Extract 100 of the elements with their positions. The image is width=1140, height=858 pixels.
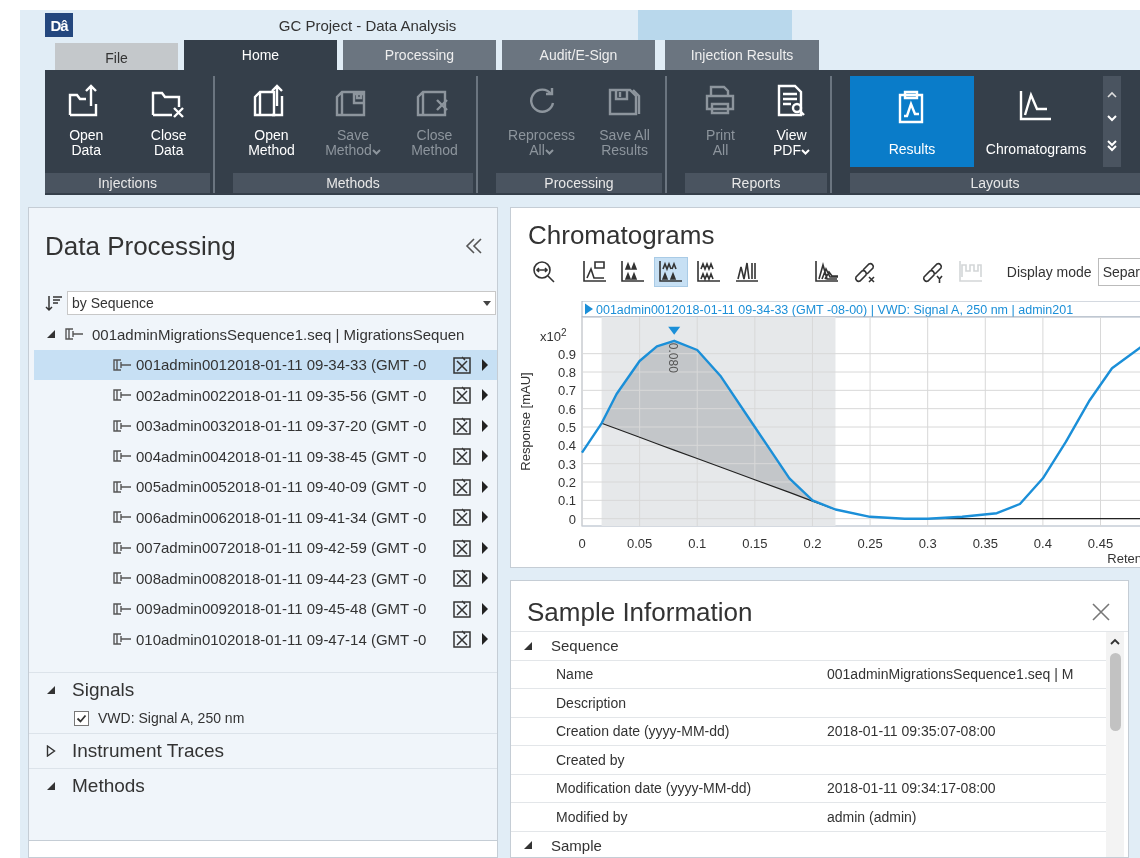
tree-item-label: 010admin0102018-01-11 09-47-14 (GMT -0: [136, 630, 427, 648]
injection-icon: [112, 601, 132, 616]
y-tick-label: 0.5: [557, 420, 576, 435]
tree-row[interactable]: 009admin0092018-01-11 09-45-48 (GMT -0: [34, 593, 497, 624]
tree-row[interactable]: 010admin0102018-01-11 09-47-14 (GMT -0: [34, 624, 497, 655]
display-mode-dropdown[interactable]: Separ: [1097, 258, 1140, 286]
expanded-triangle-icon[interactable]: [523, 640, 533, 651]
group-label: Injections: [45, 173, 210, 193]
cross-box-icon[interactable]: [452, 354, 472, 375]
ribbon-tab[interactable]: Injection Results: [665, 40, 819, 70]
tree-item-label: 003admin0032018-01-11 09-37-20 (GMT -0: [136, 417, 427, 435]
x-tick-label: 0.25: [857, 536, 883, 551]
section-header[interactable]: Signals: [29, 673, 497, 707]
y-axis-label: Response [mAU]: [518, 372, 533, 471]
section-header[interactable]: Methods: [29, 769, 497, 803]
triangle-right-icon[interactable]: [481, 540, 489, 555]
collapse-icon[interactable]: [465, 238, 483, 254]
x-tick-label: 0.45: [1087, 536, 1114, 551]
triangle-right-icon[interactable]: [481, 418, 489, 433]
tree-item-label: 004admin0042018-01-11 09-38-45 (GMT -0: [136, 447, 427, 465]
y-tick-label: 0.4: [557, 438, 576, 454]
section-header[interactable]: Sequence: [511, 632, 1106, 661]
section-header[interactable]: Instrument Traces: [29, 734, 497, 768]
cross-box-icon[interactable]: [452, 476, 472, 497]
tree-row[interactable]: 006admin0062018-01-11 09-41-34 (GMT -0: [34, 502, 497, 533]
y-tick-label: 0.8: [557, 365, 576, 380]
ribbon-button[interactable]: View PDF: [768, 78, 815, 167]
tree-item-label[interactable]: 001adminMigrationsSequence1.seq | MigrationsSequen: [92, 325, 465, 343]
cross-box-icon[interactable]: [452, 568, 472, 589]
tree-row[interactable]: 005admin0052018-01-11 09-40-09 (GMT -0: [34, 471, 497, 502]
cross-box-icon[interactable]: [452, 385, 472, 406]
peak-label: 0.080: [666, 342, 681, 373]
tree-row[interactable]: 007admin0072018-01-11 09-42-59 (GMT -0: [34, 532, 497, 563]
triangle-right-icon[interactable]: [481, 449, 489, 464]
tree-item-label: 009admin0092018-01-11 09-45-48 (GMT -0: [136, 600, 427, 618]
y-tick-label: 0.9: [557, 346, 576, 362]
ribbon-tab[interactable]: Processing: [343, 40, 496, 70]
dropdown-arrow-icon: [483, 300, 491, 306]
outline-peaks-icon[interactable]: [654, 257, 688, 287]
expanded-triangle-icon[interactable]: [46, 781, 56, 791]
tree-row[interactable]: 008admin0082018-01-11 09-44-23 (GMT -0: [34, 563, 497, 594]
tree-row[interactable]: 002admin0022018-01-11 09-35-56 (GMT -0: [34, 380, 497, 411]
ribbon-button[interactable]: Open Method: [244, 78, 299, 167]
ribbon-tab[interactable]: File: [55, 43, 178, 70]
cross-box-icon[interactable]: [452, 537, 472, 558]
triangle-right-icon[interactable]: [481, 601, 489, 616]
tree-row[interactable]: 003admin0032018-01-11 09-37-20 (GMT -0: [34, 410, 497, 441]
cross-box-icon[interactable]: [452, 598, 472, 619]
expanded-triangle-icon[interactable]: [46, 685, 56, 695]
app-logo: Dâ: [45, 13, 73, 37]
cross-box-icon[interactable]: [452, 415, 472, 436]
group-by-dropdown[interactable]: by Sequence: [67, 291, 496, 315]
sort-icon[interactable]: [45, 294, 63, 312]
x-tick-label: 0.1: [688, 536, 707, 551]
chevron-down-icon[interactable]: [1107, 115, 1117, 123]
y-tick-label: 0.6: [557, 401, 576, 417]
triangle-right-icon[interactable]: [481, 479, 489, 494]
cross-box-icon[interactable]: [452, 446, 472, 467]
double-chevron-down-icon[interactable]: [1107, 140, 1117, 153]
expanded-triangle-icon[interactable]: [46, 329, 56, 340]
injection-icon: [112, 540, 132, 555]
expanded-triangle-icon[interactable]: [523, 840, 533, 851]
injection-icon: [112, 510, 132, 525]
tree-row[interactable]: 004admin0042018-01-11 09-38-45 (GMT -0: [34, 441, 497, 472]
tree-item-label: 008admin0082018-01-11 09-44-23 (GMT -0: [136, 569, 427, 587]
cross-box-icon[interactable]: [452, 507, 472, 528]
display-mode-label: Display mode: [1006, 264, 1092, 280]
scrollbar[interactable]: [1106, 632, 1124, 857]
property-label: Creation date (yyyy-MM-dd): [556, 723, 731, 740]
ribbon-tab[interactable]: Audit/E-Sign: [502, 40, 655, 70]
chevron-up-icon[interactable]: [1110, 638, 1120, 645]
scrollbar-thumb[interactable]: [1109, 653, 1121, 731]
triangle-right-icon: [585, 303, 593, 315]
layout-button[interactable]: Chromatograms: [974, 76, 1098, 167]
property-label: Description: [556, 694, 628, 711]
ribbon-button[interactable]: Open Data: [63, 78, 110, 167]
ribbon-button[interactable]: Close Data: [145, 78, 192, 167]
peak-marker-icon: [668, 326, 681, 335]
triangle-right-icon[interactable]: [481, 571, 489, 586]
y-tick-label: 0.1: [557, 493, 576, 509]
checkbox[interactable]: [74, 710, 89, 726]
cross-box-icon[interactable]: [452, 629, 472, 650]
group-label: Layouts: [850, 173, 1140, 193]
x-tick-label: 0.05: [626, 536, 653, 551]
injection-icon: [112, 418, 132, 433]
tree-row[interactable]: 001admin0012018-01-11 09-34-33 (GMT -0: [34, 349, 497, 380]
collapsed-triangle-icon[interactable]: [46, 745, 56, 757]
triangle-right-icon[interactable]: [481, 388, 489, 403]
close-icon[interactable]: [1092, 603, 1110, 621]
property-label: Created by: [556, 751, 626, 768]
caret-icon: [544, 149, 554, 155]
triangle-right-icon[interactable]: [481, 357, 489, 372]
ribbon-tab[interactable]: Home: [184, 40, 337, 70]
x-tick-label: 0.3: [918, 536, 937, 551]
property-value: 001adminMigrationsSequence1.seq | M: [827, 666, 1074, 683]
triangle-right-icon[interactable]: [481, 510, 489, 525]
x-tick-label: 0.2: [803, 536, 822, 551]
injection-icon: [112, 571, 132, 586]
triangle-right-icon[interactable]: [481, 632, 489, 647]
layout-button[interactable]: Results: [850, 76, 974, 167]
